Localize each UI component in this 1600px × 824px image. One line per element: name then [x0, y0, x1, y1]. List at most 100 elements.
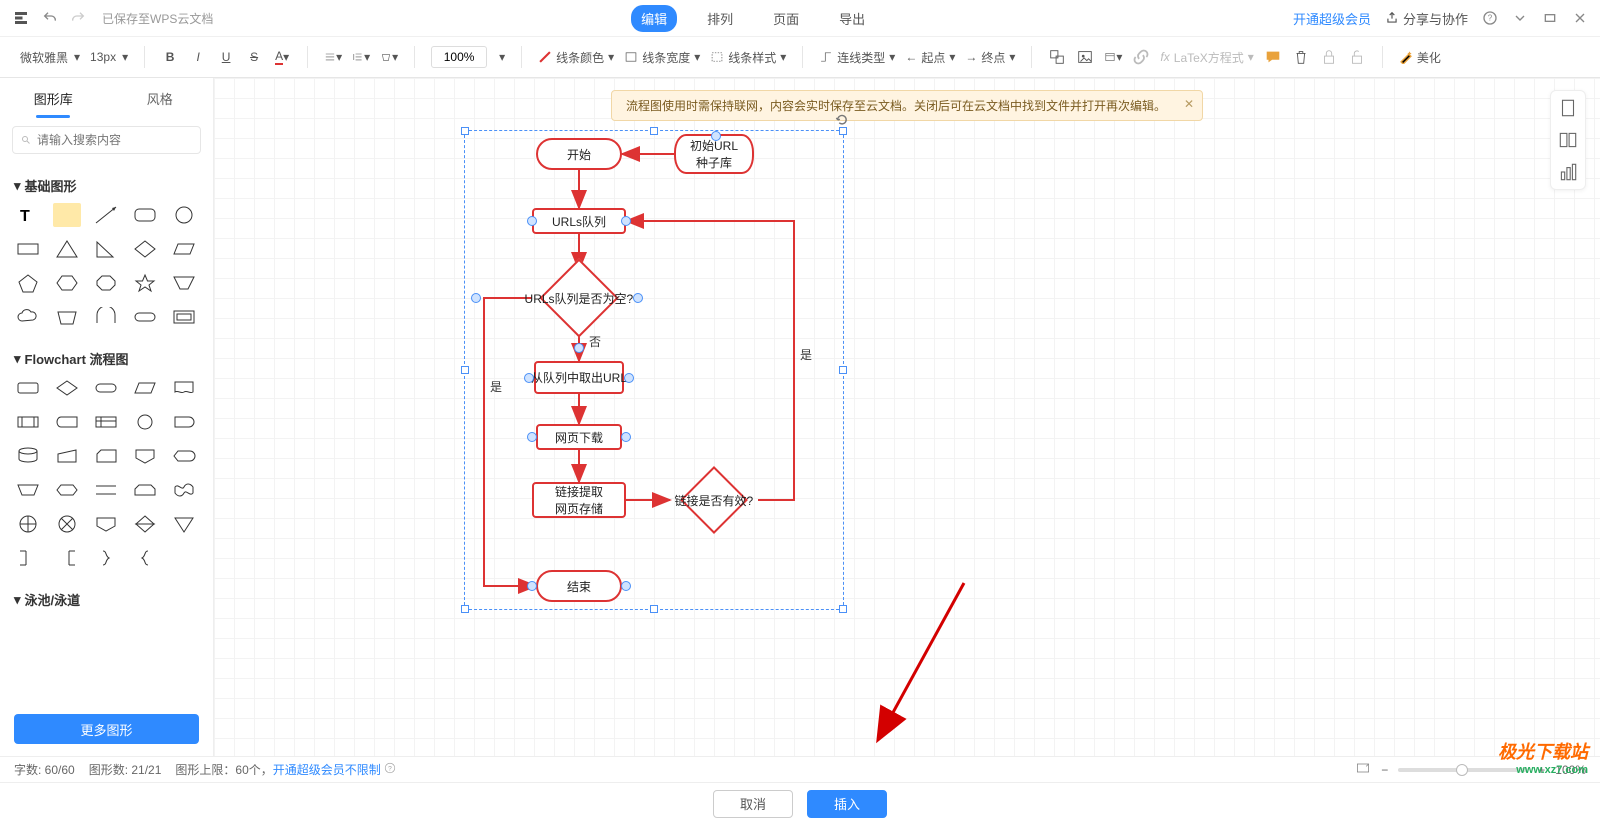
section-pool[interactable]: ▾ 泳池/泳道	[14, 590, 199, 609]
fc-tape[interactable]	[170, 478, 198, 502]
search-input[interactable]	[37, 133, 192, 147]
search-box[interactable]	[12, 126, 201, 154]
shape-star[interactable]	[131, 271, 159, 295]
shape-frame[interactable]	[170, 305, 198, 329]
fc-manual-input[interactable]	[53, 444, 81, 468]
fc-parallel[interactable]	[92, 478, 120, 502]
fc-annot-right[interactable]	[14, 546, 42, 570]
shape-right-triangle[interactable]	[92, 237, 120, 261]
fc-preparation[interactable]	[53, 478, 81, 502]
comment-icon[interactable]	[1264, 48, 1282, 66]
fc-brace-left[interactable]	[131, 546, 159, 570]
undo-icon[interactable]	[42, 10, 58, 26]
fc-display[interactable]	[170, 444, 198, 468]
minimap-icon[interactable]	[1355, 760, 1371, 779]
canvas[interactable]: 流程图使用时需保持联网，内容会实时保存至云文档。关闭后可在云文档中找到文件并打开…	[214, 78, 1600, 756]
selection-box[interactable]	[464, 130, 844, 610]
link-icon[interactable]	[1132, 48, 1150, 66]
fc-brace-right[interactable]	[92, 546, 120, 570]
container-icon[interactable]: ▾	[1104, 48, 1122, 66]
node-download[interactable]: 网页下载	[536, 424, 622, 450]
redo-icon[interactable]	[70, 10, 86, 26]
shape-cloud[interactable]	[14, 305, 42, 329]
fc-document[interactable]	[170, 376, 198, 400]
section-basic-shapes[interactable]: ▾ 基础图形	[14, 176, 199, 195]
node-start[interactable]: 开始	[536, 138, 622, 170]
conn-dot[interactable]	[524, 373, 534, 383]
maximize-icon[interactable]	[1542, 10, 1558, 26]
share-button[interactable]: 分享与协作	[1385, 9, 1468, 28]
section-flowchart[interactable]: ▾ Flowchart 流程图	[14, 349, 199, 368]
fc-connector[interactable]	[131, 410, 159, 434]
end-point-select[interactable]: →终点▾	[965, 49, 1015, 66]
close-icon[interactable]	[1572, 10, 1588, 26]
banner-close-icon[interactable]: ✕	[1184, 97, 1194, 111]
rotate-handle-icon[interactable]	[835, 113, 849, 130]
fc-or[interactable]	[53, 512, 81, 536]
more-shapes-button[interactable]: 更多图形	[14, 714, 199, 744]
conn-dot[interactable]	[621, 216, 631, 226]
conn-dot[interactable]	[527, 432, 537, 442]
conn-dot[interactable]	[574, 343, 584, 353]
shape-octagon[interactable]	[92, 271, 120, 295]
underline-icon[interactable]: U	[217, 48, 235, 66]
shape-bucket[interactable]	[53, 305, 81, 329]
panel-layout-icon[interactable]	[1557, 129, 1579, 151]
font-size-select[interactable]: 13px▾	[90, 50, 128, 64]
conn-dot[interactable]	[621, 432, 631, 442]
insert-button[interactable]: 插入	[807, 790, 887, 818]
image-icon[interactable]	[1076, 48, 1094, 66]
tab-edit[interactable]: 编辑	[631, 5, 677, 32]
shape-text[interactable]: T	[14, 203, 42, 227]
sidebar-tab-style[interactable]: 风格	[107, 78, 214, 118]
panel-page-icon[interactable]	[1557, 97, 1579, 119]
fc-merge[interactable]	[170, 512, 198, 536]
strikethrough-icon[interactable]: S	[245, 48, 263, 66]
help-icon[interactable]: ?	[1482, 10, 1498, 26]
fc-sum[interactable]	[14, 512, 42, 536]
tab-arrange[interactable]: 排列	[697, 5, 743, 32]
panel-chart-icon[interactable]	[1557, 161, 1579, 183]
delete-icon[interactable]	[1292, 48, 1310, 66]
conn-dot[interactable]	[633, 293, 643, 303]
group-icon[interactable]	[1048, 48, 1066, 66]
conn-dot[interactable]	[624, 373, 634, 383]
font-color-icon[interactable]: A▾	[273, 48, 291, 66]
fc-data[interactable]	[131, 376, 159, 400]
shape-parallelogram[interactable]	[170, 237, 198, 261]
conn-dot[interactable]	[471, 293, 481, 303]
line-height-icon[interactable]: ▾	[352, 48, 370, 66]
zoom-out-icon[interactable]: −	[1381, 763, 1388, 777]
shape-circle[interactable]	[170, 203, 198, 227]
italic-icon[interactable]: I	[189, 48, 207, 66]
shape-rounded-rect[interactable]	[131, 203, 159, 227]
fc-sort[interactable]	[131, 512, 159, 536]
node-pop[interactable]: 从队列中取出URL	[534, 361, 624, 394]
fc-collate[interactable]	[92, 512, 120, 536]
conn-dot[interactable]	[527, 216, 537, 226]
shape-rect[interactable]	[14, 237, 42, 261]
fc-offpage[interactable]	[131, 444, 159, 468]
fc-card[interactable]	[92, 444, 120, 468]
unlock-icon[interactable]	[1348, 48, 1366, 66]
tab-export[interactable]: 导出	[829, 5, 875, 32]
fc-internal[interactable]	[92, 410, 120, 434]
fc-stored[interactable]	[53, 410, 81, 434]
node-queue[interactable]: URLs队列	[532, 208, 626, 234]
fc-terminator[interactable]	[92, 376, 120, 400]
fc-annot-left[interactable]	[53, 546, 81, 570]
line-style-select[interactable]: 线条样式▾	[710, 49, 786, 66]
shape-trapezoid-down[interactable]	[170, 271, 198, 295]
info-icon[interactable]: ?	[384, 762, 396, 774]
lock-icon[interactable]	[1320, 48, 1338, 66]
shape-diamond[interactable]	[131, 237, 159, 261]
conn-dot[interactable]	[711, 131, 721, 141]
fc-manual-op[interactable]	[14, 478, 42, 502]
node-extract[interactable]: 链接提取 网页存储	[532, 482, 626, 518]
fc-loop-limit[interactable]	[131, 478, 159, 502]
latex-button[interactable]: fx LaTeX方程式▾	[1160, 49, 1253, 66]
sidebar-tab-shapes[interactable]: 图形库	[0, 78, 107, 118]
shape-cap[interactable]	[92, 305, 120, 329]
shape-hexagon[interactable]	[53, 271, 81, 295]
zoom-input[interactable]	[431, 46, 487, 68]
